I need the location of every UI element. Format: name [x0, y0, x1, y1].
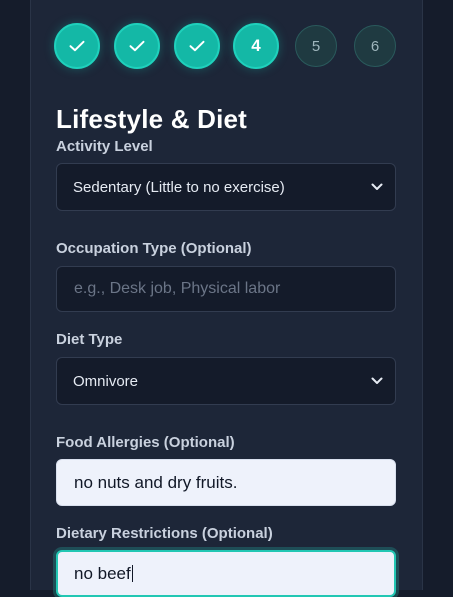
diet-type-label: Diet Type [56, 331, 123, 348]
activity-level-select[interactable]: Sedentary (Little to no exercise) [56, 163, 396, 211]
activity-level-value: Sedentary (Little to no exercise) [73, 178, 285, 196]
check-icon [189, 40, 205, 52]
progress-stepper: 4 5 6 [0, 0, 453, 80]
occupation-type-label: Occupation Type (Optional) [56, 240, 252, 257]
dietary-restrictions-value: no beef [74, 563, 131, 583]
step-1[interactable] [54, 23, 100, 69]
diet-type-value: Omnivore [73, 372, 139, 390]
chevron-down-icon [371, 183, 383, 191]
food-allergies-label: Food Allergies (Optional) [56, 434, 235, 451]
dietary-restrictions-label: Dietary Restrictions (Optional) [56, 525, 273, 542]
occupation-type-placeholder: e.g., Desk job, Physical labor [74, 280, 281, 297]
section-title: Lifestyle & Diet [56, 104, 248, 134]
check-icon [129, 40, 145, 52]
step-6[interactable]: 6 [354, 25, 396, 67]
step-4-current[interactable]: 4 [233, 23, 279, 69]
step-number: 6 [370, 37, 380, 55]
food-allergies-input[interactable]: no nuts and dry fruits. [56, 459, 396, 506]
dietary-restrictions-input[interactable]: no beef [56, 550, 396, 597]
step-2[interactable] [114, 23, 160, 69]
step-number: 5 [311, 37, 321, 55]
text-caret [131, 565, 133, 582]
step-3[interactable] [174, 23, 220, 69]
step-number: 4 [251, 36, 261, 55]
occupation-type-input[interactable]: e.g., Desk job, Physical labor [56, 266, 396, 312]
step-5[interactable]: 5 [295, 25, 337, 67]
diet-type-select[interactable]: Omnivore [56, 357, 396, 405]
activity-level-label: Activity Level [56, 138, 153, 155]
check-icon [69, 40, 85, 52]
food-allergies-value: no nuts and dry fruits. [74, 472, 238, 492]
chevron-down-icon [371, 377, 383, 385]
